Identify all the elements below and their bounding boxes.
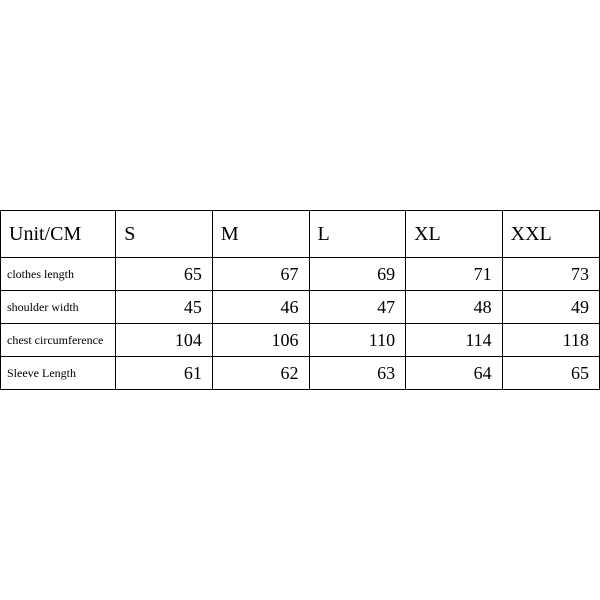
header-unit: Unit/CM <box>1 211 116 258</box>
cell: 71 <box>406 258 503 291</box>
cell: 49 <box>502 291 599 324</box>
cell: 64 <box>406 357 503 390</box>
header-xl: XL <box>406 211 503 258</box>
cell: 63 <box>309 357 406 390</box>
size-chart: Unit/CM S M L XL XXL clothes length 65 6… <box>0 210 600 390</box>
cell: 118 <box>502 324 599 357</box>
cell: 106 <box>212 324 309 357</box>
header-xxl: XXL <box>502 211 599 258</box>
table-row: shoulder width 45 46 47 48 49 <box>1 291 600 324</box>
row-label: shoulder width <box>1 291 116 324</box>
header-l: L <box>309 211 406 258</box>
size-table: Unit/CM S M L XL XXL clothes length 65 6… <box>0 210 600 390</box>
table-row: Sleeve Length 61 62 63 64 65 <box>1 357 600 390</box>
header-row: Unit/CM S M L XL XXL <box>1 211 600 258</box>
cell: 48 <box>406 291 503 324</box>
cell: 69 <box>309 258 406 291</box>
cell: 47 <box>309 291 406 324</box>
header-m: M <box>212 211 309 258</box>
row-label: Sleeve Length <box>1 357 116 390</box>
cell: 65 <box>502 357 599 390</box>
header-s: S <box>116 211 213 258</box>
cell: 62 <box>212 357 309 390</box>
cell: 104 <box>116 324 213 357</box>
cell: 45 <box>116 291 213 324</box>
row-label: clothes length <box>1 258 116 291</box>
table-row: chest circumference 104 106 110 114 118 <box>1 324 600 357</box>
cell: 67 <box>212 258 309 291</box>
cell: 73 <box>502 258 599 291</box>
cell: 65 <box>116 258 213 291</box>
table-row: clothes length 65 67 69 71 73 <box>1 258 600 291</box>
cell: 46 <box>212 291 309 324</box>
cell: 110 <box>309 324 406 357</box>
cell: 61 <box>116 357 213 390</box>
cell: 114 <box>406 324 503 357</box>
row-label: chest circumference <box>1 324 116 357</box>
